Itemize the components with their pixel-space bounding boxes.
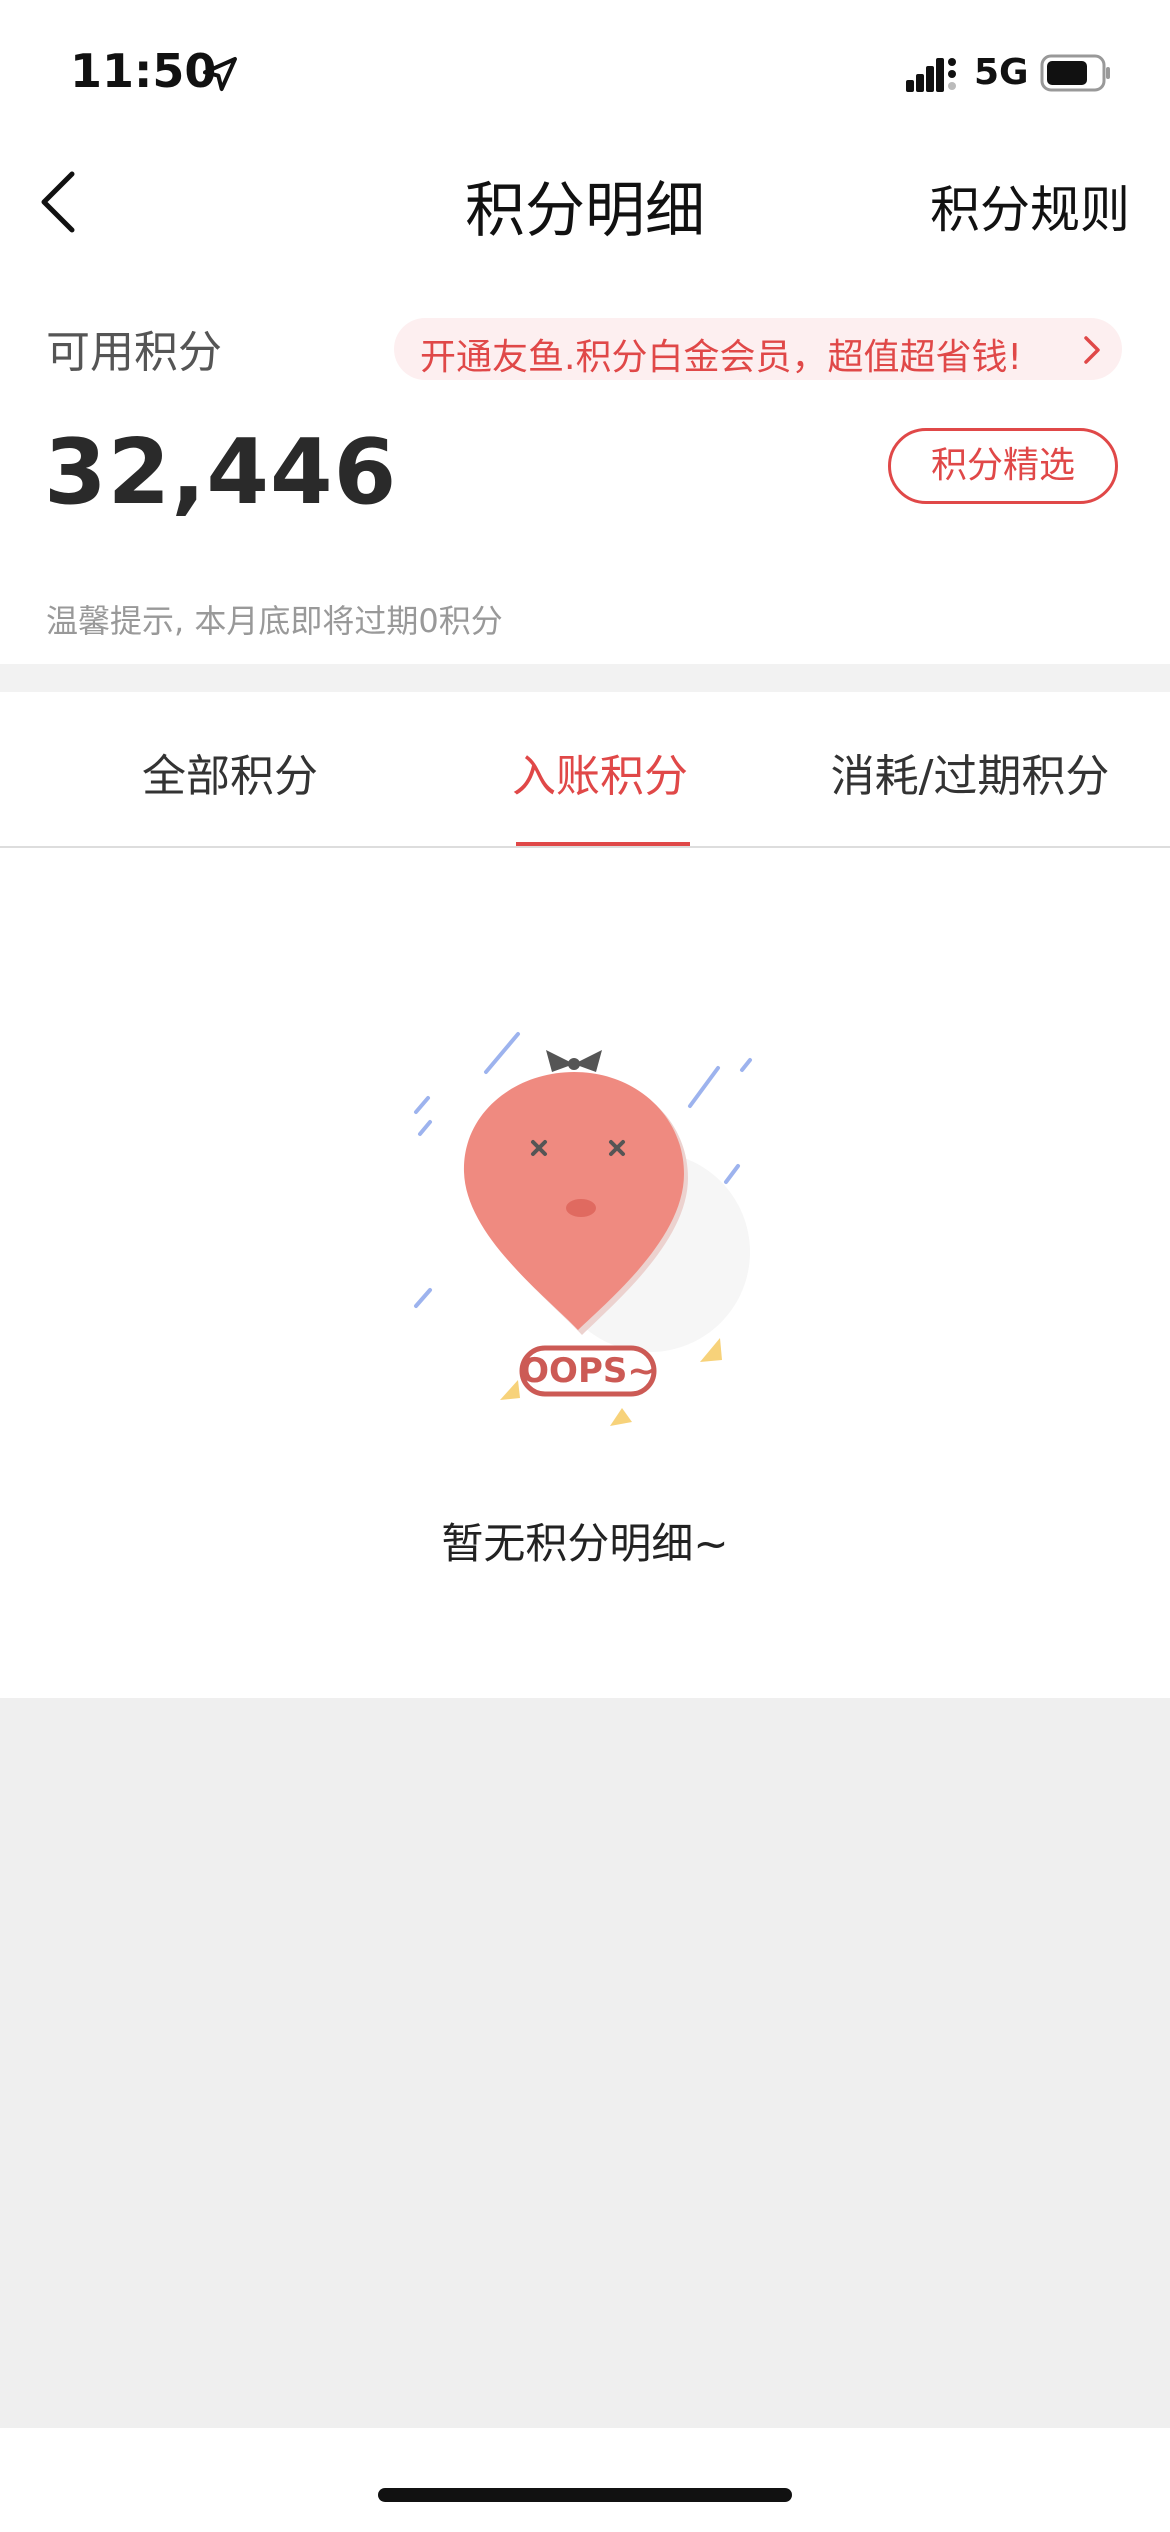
- points-rules-link[interactable]: 积分规则: [930, 170, 1130, 242]
- tab-consumed-expired-points[interactable]: 消耗/过期积分: [800, 740, 1140, 804]
- empty-message: 暂无积分明细~: [441, 1519, 729, 1568]
- home-indicator: [378, 2488, 792, 2502]
- oops-text: OOPS~: [520, 1351, 656, 1391]
- status-time: 11:50: [70, 44, 217, 98]
- promo-text: 开通友鱼.积分白金会员，超值超省钱!: [420, 337, 1022, 378]
- battery-icon: [1040, 54, 1110, 92]
- chevron-right-icon: [1084, 336, 1100, 364]
- points-selection-button[interactable]: 积分精选: [888, 428, 1118, 504]
- tabs-divider: [0, 846, 1170, 848]
- section-divider: [0, 664, 1170, 692]
- tab-incoming-points[interactable]: 入账积分: [460, 740, 740, 804]
- membership-promo-banner[interactable]: 开通友鱼.积分白金会员，超值超省钱!: [394, 318, 1122, 380]
- available-points-label: 可用积分: [46, 327, 222, 378]
- network-type: 5G: [974, 52, 1029, 93]
- points-balance: 32,446: [44, 420, 398, 525]
- empty-oops-illustration: OOPS~: [414, 1032, 752, 1426]
- location-arrow-icon: [203, 57, 237, 91]
- signal-icon: [906, 58, 956, 92]
- expiry-tip: 温馨提示, 本月底即将过期0积分: [46, 602, 503, 640]
- empty-gray-area: [0, 1698, 1170, 2428]
- tab-all-points[interactable]: 全部积分: [0, 740, 460, 804]
